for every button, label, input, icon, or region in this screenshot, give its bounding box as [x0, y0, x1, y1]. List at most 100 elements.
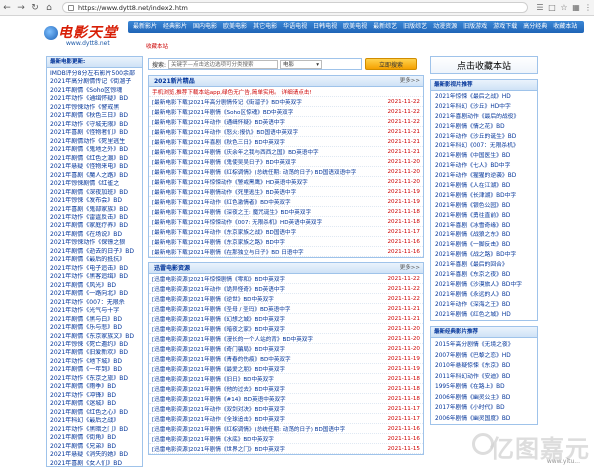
classic-item[interactable]: 2010年悬疑惊悚《东京》BD	[435, 361, 537, 372]
recommended-item[interactable]: 2021年科幻《沙丘》HD中字	[435, 103, 537, 113]
app-notice-text[interactable]: 手机浏览,推荐下载本站app,绿色无广告,简单实用。 详细请点击!	[152, 88, 376, 96]
table-row[interactable]: [最新电影下载]2021年喜剧《秋色三日》BD中英双字 2021-11-21	[149, 137, 423, 147]
table-row[interactable]: [最新电影下载]2021年动作《通缉怀疑》BD英语中字 2021-11-22	[149, 117, 423, 127]
table-row[interactable]: [最新电影下载]2021年动作《东京家族之战》BD国语中字 2021-11-17	[149, 227, 423, 237]
latest-update-item[interactable]: 2021年剧情《迷城》BD	[50, 400, 142, 408]
nav-item[interactable]: 旧版游戏	[460, 22, 490, 32]
latest-update-item[interactable]: 2021年喜剧《女人们》BD	[50, 460, 142, 467]
nav-item[interactable]: 国内电影	[190, 22, 220, 32]
recommended-item[interactable]: 2021年剧情《银色公园》BD	[435, 202, 537, 212]
nav-item[interactable]: 收藏本站	[550, 22, 580, 32]
latest-update-item[interactable]: 2021年动作《通缉怀疑》BD	[50, 95, 142, 103]
table-row[interactable]: [迅雷电影资源]2021年剧情《水底》BD中英双字 2021-11-16	[149, 434, 423, 444]
latest-update-item[interactable]: 2021年动作《地下城》BD	[50, 358, 142, 366]
table-row[interactable]: [最新电影下载]2021年惊悚动作《警戒黑鹰》HD英语中英双字 2021-11-2…	[149, 177, 423, 187]
latest-update-item[interactable]: 2021年喜剧《鬼部家族》BD	[50, 206, 142, 214]
latest-update-item[interactable]: 2021年剧情《东京家族文》BD	[50, 333, 142, 341]
nav-item[interactable]: 旧版综艺	[400, 22, 430, 32]
latest-update-item[interactable]: 2021年剧情《深夜加班》BD	[50, 189, 142, 197]
movie-title-link[interactable]: [最新电影下载]2021年高分剧情传记《街溜子》BD中英双字	[152, 98, 376, 106]
recommended-item[interactable]: 2021年剧情《战之路》BD中字	[435, 251, 537, 261]
home-icon[interactable]: ⌂	[42, 1, 56, 15]
latest-update-item[interactable]: IMDB评分8分左右影片500余部	[50, 70, 142, 78]
table-row[interactable]: [迅雷电影资源]2021年剧情《#14》BD英语中英双字 2021-11-18	[149, 394, 423, 404]
refresh-icon[interactable]: ↻	[28, 1, 42, 15]
site-logo[interactable]: 电影天堂 www.dytt8.net	[44, 22, 126, 52]
latest-update-item[interactable]: 2021年剧情《旧爱新欢》BD	[50, 349, 142, 357]
recommended-item[interactable]: 2021年动作《猩猩的逆袭》BD	[435, 172, 537, 182]
table-row[interactable]: [最新电影下载]2021年高分剧情传记《街溜子》BD中英双字 2021-11-22	[149, 97, 423, 107]
movie-title-link[interactable]: [迅雷电影资源]2021年剧情《圣母 / 圣玛》BD英语中字	[152, 305, 376, 313]
recommended-item[interactable]: 2021年剧情《一脚反击》BD	[435, 241, 537, 251]
latest-update-item[interactable]: 2021年剧情《秋色三日》BD	[50, 112, 142, 120]
movie-title-link[interactable]: [最新电影下载]2021年惊悚动作《警戒黑鹰》HD英语中英双字	[152, 178, 376, 186]
more-link[interactable]: 更多>>	[400, 76, 420, 86]
movie-title-link[interactable]: [迅雷电影资源]2021年剧情《青春的伤痕》BD中英双字	[152, 355, 376, 363]
recommended-item[interactable]: 2021年剧情《勇往直前》BD	[435, 212, 537, 222]
back-icon[interactable]: ←	[0, 1, 14, 15]
latest-update-item[interactable]: 2021年剧情《鬼地之外》BD	[50, 146, 142, 154]
forward-icon[interactable]: →	[14, 1, 28, 15]
movie-title-link[interactable]: [最新电影下载]2021年剧情《庆余年之我与西西之国》BD英语中字	[152, 148, 376, 156]
latest-update-item[interactable]: 2021年剧情《雨季》BD	[50, 383, 142, 391]
recommended-item[interactable]: 2021年剧情《红色之城》HD	[435, 311, 537, 321]
latest-update-item[interactable]: 2021年动作《东京之旅》BD	[50, 375, 142, 383]
movie-title-link[interactable]: [最新电影下载]2021年剧情《在那独立与日子》BD 日语中字	[152, 248, 376, 256]
latest-update-item[interactable]: 2021年剧情《红色之潮》BD	[50, 155, 142, 163]
movie-title-link[interactable]: [最新电影下载]2021年喜剧《秋色三日》BD中英双字	[152, 138, 376, 146]
movie-title-link[interactable]: [最新电影下载]2021年剧情《东京家族之路》BD中字	[152, 238, 376, 246]
nav-item[interactable]: 最新影片	[130, 22, 160, 32]
movie-title-link[interactable]: [迅雷电影资源]2021年剧情《暗夜之家》BD中英双字	[152, 325, 376, 333]
recommended-item[interactable]: 2021年喜剧《最后的回合》	[435, 261, 537, 271]
recommended-item[interactable]: 2021年剧情《长津湖》BD中字	[435, 192, 537, 202]
classic-item[interactable]: 2006年剧情《幽灵国度》BD	[435, 414, 537, 425]
nav-item[interactable]: 最新综艺	[370, 22, 400, 32]
search-input[interactable]: 关键字—点击这边选项可分类搜索	[168, 59, 279, 69]
latest-update-item[interactable]: 2021年剧情《在场说》BD	[50, 231, 142, 239]
latest-update-item[interactable]: 2021年剧情《黑与白》BD	[50, 316, 142, 324]
table-row[interactable]: [迅雷电影资源]2021年剧情《暗夜之家》BD中英双字 2021-11-20	[149, 324, 423, 334]
latest-update-item[interactable]: 2021年悬疑《怪物来电》BD	[50, 163, 142, 171]
recommended-item[interactable]: 2021年剧情《中国医生》BD	[435, 152, 537, 162]
latest-update-item[interactable]: 2021年悬疑《消失的她》BD	[50, 451, 142, 459]
table-row[interactable]: [最新电影下载]2021年动作《红色激情者》BD中英双字 2021-11-19	[149, 197, 423, 207]
recommended-item[interactable]: 2021年剧情《人在江湖》BD	[435, 182, 537, 192]
movie-title-link[interactable]: [迅雷电影资源]2021年剧情《幻想之城》BD中英双字	[152, 315, 376, 323]
latest-update-item[interactable]: 2021年剧情《逝去的日子》BD	[50, 248, 142, 256]
table-row[interactable]: [最新电影下载]2021年剧情《Soho区惊魂》BD中英双字 2021-11-22	[149, 107, 423, 117]
latest-update-item[interactable]: 2021年惊悚动作《警戒黑	[50, 104, 142, 112]
movie-title-link[interactable]: [最新电影下载]2021年动作《东京家族之战》BD国语中字	[152, 228, 376, 236]
table-row[interactable]: [最新电影下载]2021年剧情《鬼使吴吴日子》BD中英双字 2021-11-20	[149, 157, 423, 167]
recommended-item[interactable]: 2021年剧情《战狼之东》BD	[435, 231, 537, 241]
latest-update-item[interactable]: 2021年动作《光气与十字	[50, 307, 142, 315]
latest-update-item[interactable]: 2021年剧情《乐与悲》BD	[50, 324, 142, 332]
recommended-item[interactable]: 2021年动作《深海之王》BD	[435, 301, 537, 311]
movie-title-link[interactable]: [迅雷电影资源]2021年剧情《红棕调情》(总统任期: 动荡的日子) BD国语中…	[152, 425, 376, 433]
latest-update-item[interactable]: 2021年剧情《一路向北》BD	[50, 290, 142, 298]
table-row[interactable]: [迅雷电影资源]2021年剧情《逆世》BD中英双字 2021-11-22	[149, 294, 423, 304]
latest-update-item[interactable]: 2021年剧情《Soho区惊魂	[50, 87, 142, 95]
star-icon[interactable]: ☆	[558, 1, 570, 15]
latest-update-item[interactable]: 2021年剧情《家庭疗养》BD	[50, 222, 142, 230]
movie-title-link[interactable]: [迅雷电影资源]2021年动作《全球追击》BD中英双字	[152, 415, 376, 423]
table-row[interactable]: [迅雷电影资源]2021年动作《双剑对决》BD中英双字 2021-11-17	[149, 404, 423, 414]
recommended-item[interactable]: 2021年剧情《情之花》BD	[435, 123, 537, 133]
nav-item[interactable]: 游戏下载	[490, 22, 520, 32]
classic-item[interactable]: 1995年剧情《在路上》BD	[435, 382, 537, 393]
table-row[interactable]: [迅雷电影资源]2021年动作《诡异怪奇》BD英语中字 2021-11-22	[149, 284, 423, 294]
latest-update-item[interactable]: 2021年动作《冲锋》BD	[50, 392, 142, 400]
table-row[interactable]: [迅雷电影资源]2021年剧情《旧日》BD中英双字 2021-11-18	[149, 374, 423, 384]
movie-title-link[interactable]: [最新电影下载]2021年动作《通缉怀疑》BD英语中字	[152, 118, 376, 126]
latest-update-item[interactable]: 2021年惊悚动作《保镖之狼	[50, 239, 142, 247]
latest-update-item[interactable]: 2021年惊悚《发布会》BD	[50, 197, 142, 205]
movie-title-link[interactable]: [迅雷电影资源]2021年动作《诡异怪奇》BD英语中字	[152, 285, 376, 293]
latest-update-item[interactable]: 2021年剧情动作《死里逃生	[50, 138, 142, 146]
latest-update-item[interactable]: 2021年剧情《一年到》BD	[50, 366, 142, 374]
table-row[interactable]: [最新电影下载]2021年剧情《庆余年之我与西西之国》BD英语中字 2021-11…	[149, 147, 423, 157]
movie-title-link[interactable]: [迅雷电影资源]2021年剧情《最爱之朋》BD中英双字	[152, 365, 376, 373]
nav-item[interactable]: 日韩电视	[310, 22, 340, 32]
recommended-item[interactable]: 2021年喜剧《冰雪奇缘》BD	[435, 222, 537, 232]
table-row[interactable]: [最新电影下载]2021年动作《怒火:报仇》BD国语中英双字 2021-11-21	[149, 127, 423, 137]
latest-update-item[interactable]: 2021年剧情《兄弟》BD	[50, 443, 142, 451]
latest-update-item[interactable]: 2021年喜剧《怪物者们》BD	[50, 129, 142, 137]
